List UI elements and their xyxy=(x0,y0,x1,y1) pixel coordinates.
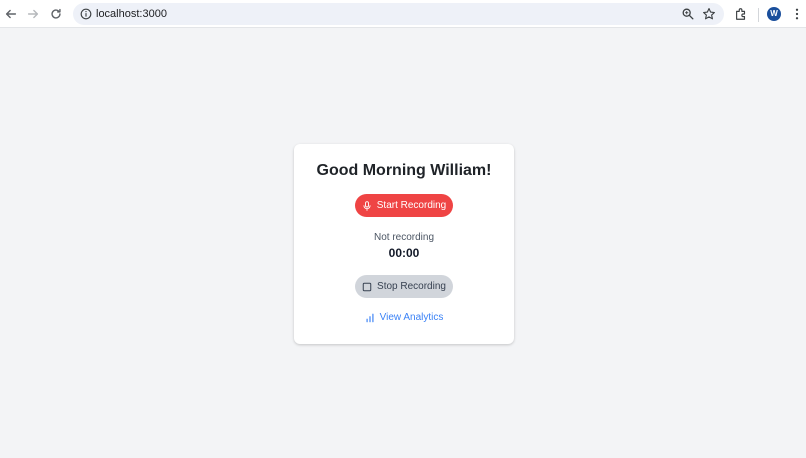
stop-square-icon xyxy=(362,282,372,291)
address-bar[interactable]: localhost:3000 xyxy=(73,3,724,25)
view-analytics-label: View Analytics xyxy=(379,312,444,323)
bar-chart-icon xyxy=(366,313,374,322)
view-analytics-link[interactable]: View Analytics xyxy=(294,312,514,323)
start-recording-label: Start Recording xyxy=(376,200,447,211)
address-url[interactable]: localhost:3000 xyxy=(96,7,167,21)
stop-recording-button[interactable]: Stop Recording xyxy=(355,275,453,298)
arrow-right-icon xyxy=(27,9,39,19)
arrow-left-icon xyxy=(5,9,17,19)
microphone-icon xyxy=(363,200,371,211)
forward-button[interactable] xyxy=(25,6,41,22)
toolbar-divider xyxy=(758,8,759,22)
site-info-icon[interactable] xyxy=(79,7,93,21)
stop-recording-label: Stop Recording xyxy=(377,281,446,292)
kebab-menu-icon[interactable] xyxy=(790,7,804,21)
back-button[interactable] xyxy=(3,6,19,22)
recording-status: Not recording xyxy=(373,232,435,243)
greeting-heading: Good Morning William! xyxy=(316,162,492,179)
star-icon[interactable] xyxy=(702,7,716,21)
zoom-icon[interactable] xyxy=(681,7,695,21)
puzzle-icon[interactable] xyxy=(734,7,748,21)
profile-avatar[interactable]: W xyxy=(767,7,781,21)
start-recording-button[interactable]: Start Recording xyxy=(355,194,453,217)
reload-icon xyxy=(51,8,61,19)
reload-button[interactable] xyxy=(48,6,64,22)
recorder-card: Good Morning William! Start Recording No… xyxy=(294,144,514,344)
browser-toolbar: localhost:3000 W xyxy=(0,0,806,28)
recording-timer: 00:00 xyxy=(388,246,420,260)
